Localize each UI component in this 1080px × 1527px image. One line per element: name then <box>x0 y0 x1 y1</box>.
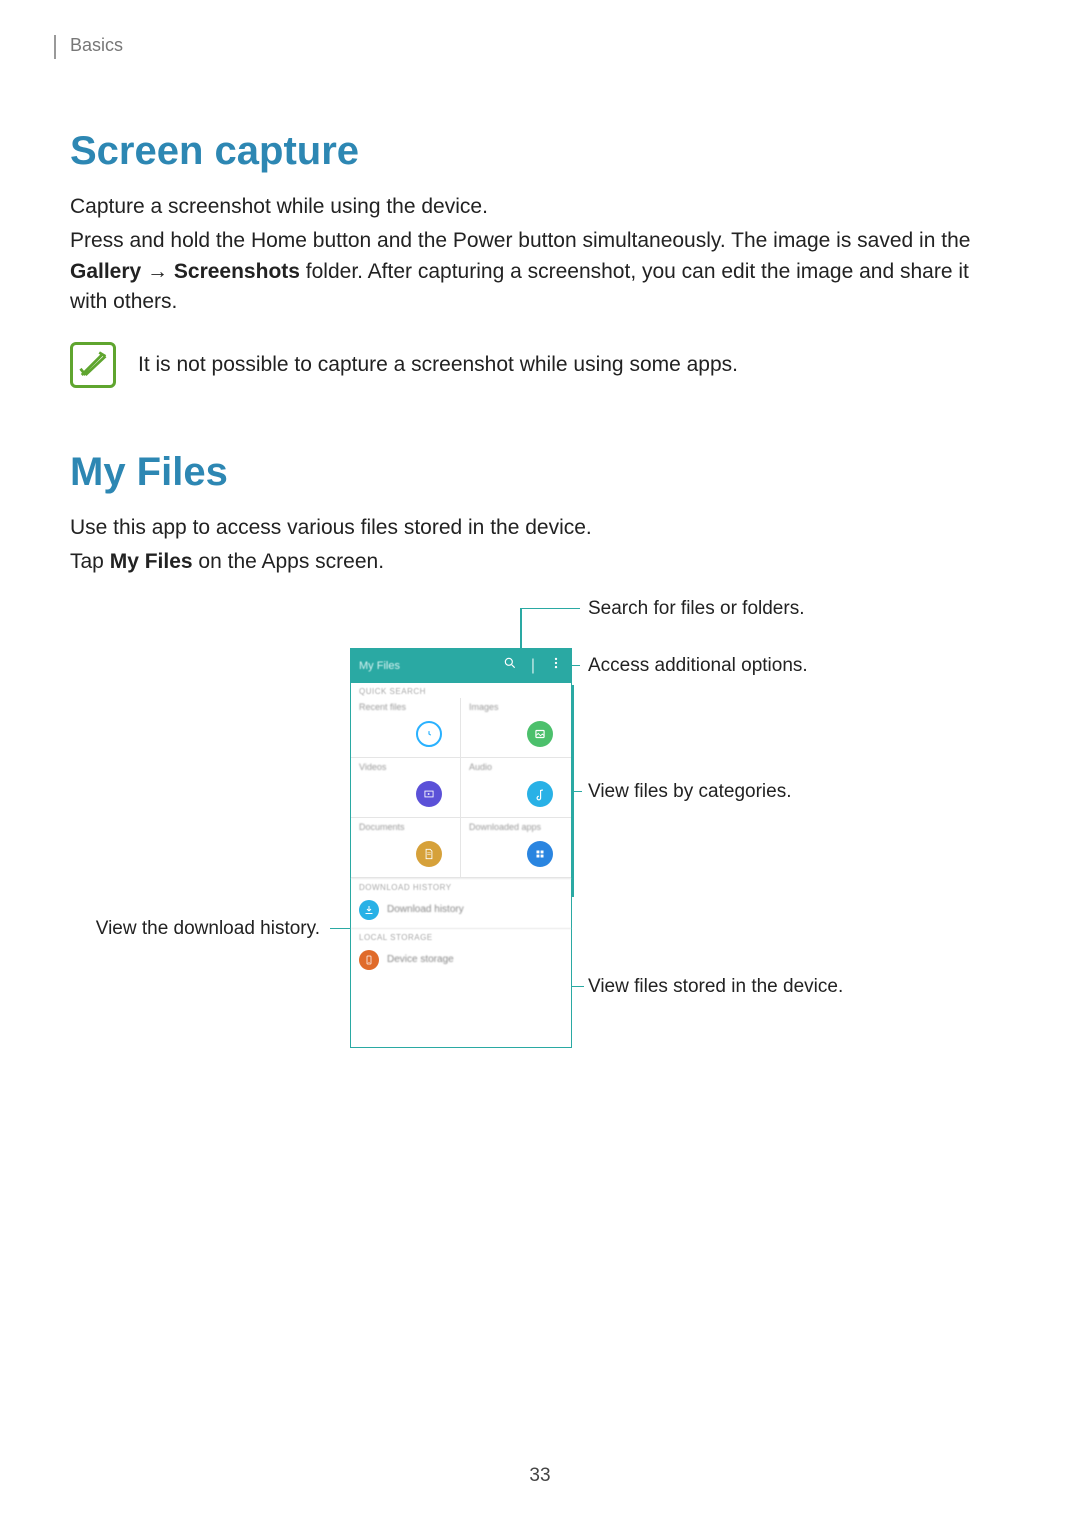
category-audio[interactable]: Audio <box>461 758 571 818</box>
callout-search: Search for files or folders. <box>588 598 804 620</box>
callout-device: View files stored in the device. <box>588 976 843 998</box>
phone-screenshot: My Files | QUICK SEARCH Recent files <box>350 648 572 1048</box>
category-images[interactable]: Images <box>461 698 571 758</box>
device-storage-item[interactable]: Device storage <box>351 944 571 978</box>
search-icon[interactable] <box>503 656 517 675</box>
heading-my-files: My Files <box>70 450 1010 495</box>
paragraph: Use this app to access various files sto… <box>70 513 1010 543</box>
video-icon <box>416 781 442 807</box>
note: It is not possible to capture a screensh… <box>70 342 1010 388</box>
document-icon <box>416 841 442 867</box>
paragraph: Press and hold the Home button and the P… <box>70 226 1010 317</box>
download-history-item[interactable]: Download history <box>351 894 571 928</box>
category-videos[interactable]: Videos <box>351 758 461 818</box>
paragraph: Tap My Files on the Apps screen. <box>70 547 1010 577</box>
phone-title: My Files <box>359 660 400 672</box>
download-history-label: DOWNLOAD HISTORY <box>351 878 571 894</box>
category-recent-files[interactable]: Recent files <box>351 698 461 758</box>
category-grid: Recent files Images Videos <box>351 698 571 878</box>
device-icon <box>359 950 379 970</box>
category-downloaded-apps[interactable]: Downloaded apps <box>461 818 571 878</box>
callout-categories: View files by categories. <box>588 781 791 803</box>
category-documents[interactable]: Documents <box>351 818 461 878</box>
audio-icon <box>527 781 553 807</box>
breadcrumb: Basics <box>70 35 123 55</box>
clock-icon <box>416 721 442 747</box>
image-icon <box>527 721 553 747</box>
heading-screen-capture: Screen capture <box>70 129 1010 174</box>
download-icon <box>359 900 379 920</box>
paragraph: Capture a screenshot while using the dev… <box>70 192 1010 222</box>
callout-options: Access additional options. <box>588 655 808 677</box>
more-options-icon[interactable] <box>549 656 563 675</box>
apps-icon <box>527 841 553 867</box>
page-number: 33 <box>0 1465 1080 1487</box>
note-text: It is not possible to capture a screensh… <box>138 353 738 377</box>
callout-download: View the download history. <box>96 918 320 940</box>
local-storage-label: LOCAL STORAGE <box>351 928 571 944</box>
phone-titlebar: My Files | <box>351 649 571 683</box>
note-icon <box>70 342 116 388</box>
figure-my-files: Search for files or folders. Access addi… <box>70 608 1010 1068</box>
quick-search-label: QUICK SEARCH <box>351 683 571 698</box>
